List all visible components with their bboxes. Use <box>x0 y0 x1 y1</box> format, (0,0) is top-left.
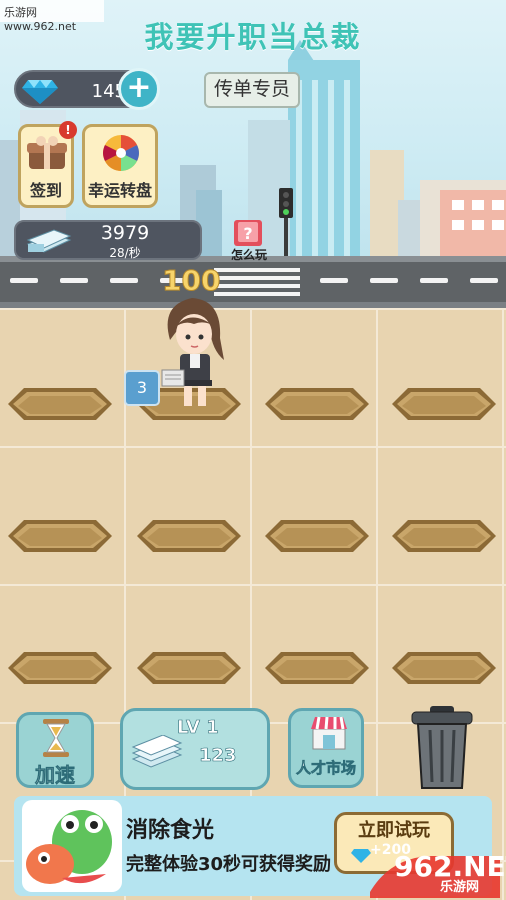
crosswalk-stripe <box>214 284 300 288</box>
employee-character[interactable] <box>150 290 240 416</box>
desk-slot[interactable] <box>265 652 369 684</box>
speedup-label: 加速 <box>35 763 76 788</box>
checkin-label: 签到 <box>29 181 62 200</box>
site-logo-subtext: 乐游网 <box>440 880 480 895</box>
desk-slot[interactable] <box>8 388 112 420</box>
road-dash <box>370 278 398 283</box>
notification-badge-icon: ! <box>59 121 77 139</box>
desk-slot[interactable] <box>137 520 241 552</box>
crosswalk-stripe <box>214 268 300 272</box>
desk-slots <box>8 388 496 684</box>
desk-slot[interactable] <box>392 520 496 552</box>
desk-slot[interactable] <box>392 652 496 684</box>
buy-employee-button[interactable]: LV 1 123 <box>120 708 270 790</box>
lucky-wheel-button[interactable]: 幸运转盘 <box>82 124 158 208</box>
desk-slot[interactable] <box>392 388 496 420</box>
road-dash <box>420 278 448 283</box>
gift-icon <box>27 136 67 169</box>
speedup-button[interactable]: 加速 <box>16 712 94 788</box>
howto-label[interactable]: 怎么玩 <box>224 246 274 263</box>
diamond-icon <box>22 80 58 104</box>
road-dash <box>320 278 348 283</box>
lucky-wheel-label: 幸运转盘 <box>87 181 152 200</box>
talent-market-button[interactable]: 人才市场 <box>288 708 364 788</box>
plus-icon: + <box>126 70 152 105</box>
hourglass-icon <box>43 719 69 757</box>
svg-text:?: ? <box>243 224 252 243</box>
checkin-button[interactable]: ! 签到 <box>18 121 77 208</box>
desk-slot[interactable] <box>137 652 241 684</box>
desk-slot[interactable] <box>8 520 112 552</box>
coin-rate: 28/秒 <box>109 246 141 260</box>
money-stack-icon <box>131 735 183 768</box>
coin-total: 3979 <box>100 222 150 244</box>
trash-can-icon[interactable] <box>408 704 476 790</box>
money-stack-icon <box>26 229 72 253</box>
desk-slot[interactable] <box>265 520 369 552</box>
wheel-icon <box>103 135 139 171</box>
floating-coin-gain: 100 <box>161 264 221 298</box>
talent-market-label: 人才市场 <box>295 759 357 778</box>
desk-slot[interactable] <box>8 652 112 684</box>
road-dash <box>60 278 88 283</box>
ad-description: 完整体验30秒可获得奖励 <box>126 854 332 875</box>
crosswalk-stripe <box>214 276 300 280</box>
road-dash <box>110 278 138 283</box>
desk-slot[interactable] <box>265 388 369 420</box>
rank-title: 传单专员 <box>204 72 300 108</box>
game-title: 我要升职当总裁 <box>144 20 362 54</box>
road-dash <box>470 278 498 283</box>
ad-try-label[interactable]: 立即试玩 <box>334 816 454 842</box>
ad-title: 消除食光 <box>126 818 215 843</box>
road-dash <box>10 278 38 283</box>
buy-cost: 123 <box>199 745 237 767</box>
character-level-badge: 3 <box>124 370 160 406</box>
ad-game-icon <box>22 800 122 892</box>
shop-icon <box>311 716 347 750</box>
add-diamonds-button[interactable]: + <box>118 68 160 110</box>
